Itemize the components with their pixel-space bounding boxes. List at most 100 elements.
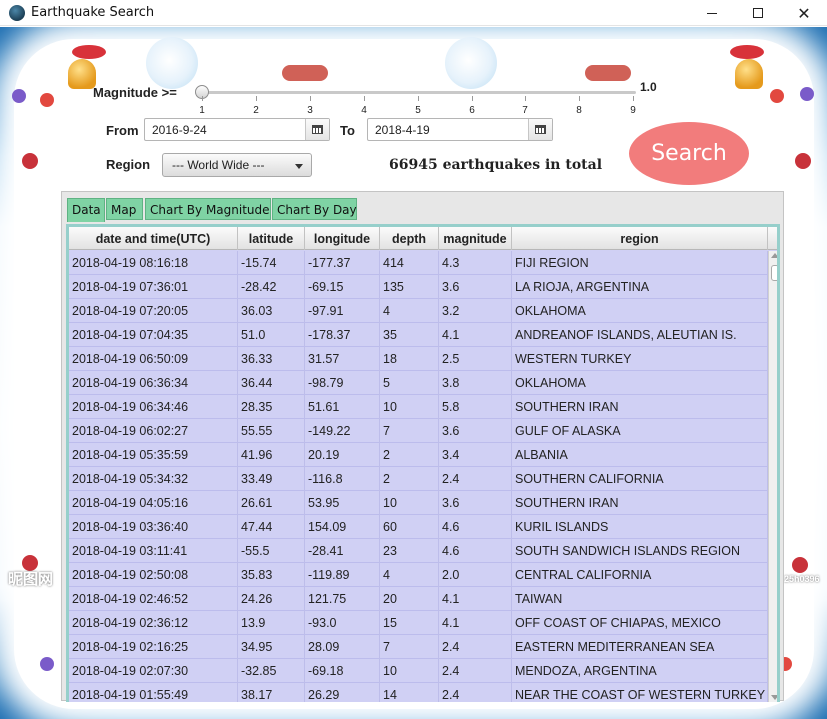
table-row[interactable]: 2018-04-19 06:50:09 36.33 31.57 18 2.5 WESTER… bbox=[69, 347, 768, 371]
table-cell: 2.4 bbox=[439, 467, 512, 491]
column-header[interactable]: latitude bbox=[238, 227, 305, 250]
table-cell: MENDOZA, ARGENTINA bbox=[512, 659, 768, 683]
table-row[interactable]: 2018-04-19 05:34:32 33.49 -116.8 2 2.4 SOUTHE… bbox=[69, 467, 768, 491]
search-button[interactable]: Search bbox=[629, 122, 749, 185]
tab-data[interactable]: Data bbox=[67, 198, 105, 222]
table-cell: 18 bbox=[380, 347, 439, 371]
data-table-frame: date and time(UTC) latitude longitude depth… bbox=[66, 224, 780, 702]
table-cell: 3.6 bbox=[439, 419, 512, 443]
table-row[interactable]: 2018-04-19 07:20:05 36.03 -97.91 4 3.2 OKLAHO… bbox=[69, 299, 768, 323]
table-row[interactable]: 2018-04-19 02:36:12 13.9 -93.0 15 4.1 OFF COA… bbox=[69, 611, 768, 635]
earthquake-total-count: 66945 earthquakes in total bbox=[389, 157, 603, 173]
app-icon bbox=[9, 5, 25, 21]
table-cell: SOUTH SANDWICH ISLANDS REGION bbox=[512, 539, 768, 563]
from-date-picker[interactable]: 2016-9-24 bbox=[144, 118, 330, 141]
table-row[interactable]: 2018-04-19 04:05:16 26.61 53.95 10 3.6 SOUTHE… bbox=[69, 491, 768, 515]
table-row[interactable]: 2018-04-19 02:46:52 24.26 121.75 20 4.1 TAIWA… bbox=[69, 587, 768, 611]
region-dropdown[interactable]: --- World Wide --- bbox=[162, 153, 312, 177]
chevron-down-icon bbox=[295, 164, 303, 169]
table-row[interactable]: 2018-04-19 01:55:49 38.17 26.29 14 2.4 NEAR T… bbox=[69, 683, 768, 702]
scrollbar-thumb[interactable] bbox=[771, 265, 777, 281]
table-cell: -119.89 bbox=[305, 563, 380, 587]
table-row[interactable]: 2018-04-19 02:07:30 -32.85 -69.18 10 2.4 MEND… bbox=[69, 659, 768, 683]
table-row[interactable]: 2018-04-19 07:36:01 -28.42 -69.15 135 3.6 LA … bbox=[69, 275, 768, 299]
table-cell: -15.74 bbox=[238, 251, 305, 275]
column-header[interactable]: magnitude bbox=[439, 227, 512, 250]
table-cell: 5.8 bbox=[439, 395, 512, 419]
table-row[interactable]: 2018-04-19 03:11:41 -55.5 -28.41 23 4.6 SOUTH… bbox=[69, 539, 768, 563]
title-bar: Earthquake Search ✕ bbox=[0, 0, 827, 26]
column-header[interactable]: longitude bbox=[305, 227, 380, 250]
table-cell: 4.1 bbox=[439, 587, 512, 611]
column-header[interactable]: date and time(UTC) bbox=[69, 227, 238, 250]
watermark-left: 昵图网 bbox=[8, 571, 54, 588]
table-cell: 3.6 bbox=[439, 275, 512, 299]
column-header[interactable]: region bbox=[512, 227, 768, 250]
table-scrollbar[interactable] bbox=[768, 251, 777, 702]
table-cell: OKLAHOMA bbox=[512, 299, 768, 323]
close-button[interactable]: ✕ bbox=[781, 0, 827, 26]
table-cell: 10 bbox=[380, 395, 439, 419]
tab-chart-by-magnitude[interactable]: Chart By Magnitude bbox=[145, 198, 271, 220]
column-header[interactable]: depth bbox=[380, 227, 439, 250]
table-row[interactable]: 2018-04-19 05:35:59 41.96 20.19 2 3.4 ALBANIA bbox=[69, 443, 768, 467]
table-cell: OKLAHOMA bbox=[512, 371, 768, 395]
to-date-picker[interactable]: 2018-4-19 bbox=[367, 118, 553, 141]
table-cell: 7 bbox=[380, 419, 439, 443]
magnitude-label: Magnitude >= bbox=[93, 85, 177, 100]
table-row[interactable]: 2018-04-19 06:36:34 36.44 -98.79 5 3.8 OKLAHO… bbox=[69, 371, 768, 395]
earthquake-table: date and time(UTC) latitude longitude depth… bbox=[69, 227, 777, 702]
table-cell: -97.91 bbox=[305, 299, 380, 323]
to-calendar-button[interactable] bbox=[528, 119, 552, 140]
bow-decoration bbox=[730, 45, 764, 59]
table-cell: 4 bbox=[380, 563, 439, 587]
slider-tick-label: 4 bbox=[361, 105, 367, 116]
tab-map[interactable]: Map bbox=[106, 198, 143, 220]
table-cell: 414 bbox=[380, 251, 439, 275]
table-row[interactable]: 2018-04-19 08:16:18 -15.74 -177.37 414 4.3 FI… bbox=[69, 251, 768, 275]
ornament-ball bbox=[800, 87, 814, 101]
table-cell: 5 bbox=[380, 371, 439, 395]
table-cell: 41.96 bbox=[238, 443, 305, 467]
table-row[interactable]: 2018-04-19 02:50:08 35.83 -119.89 4 2.0 CENTR… bbox=[69, 563, 768, 587]
table-cell: 55.55 bbox=[238, 419, 305, 443]
table-cell: 2018-04-19 06:02:27 bbox=[69, 419, 238, 443]
table-cell: 20.19 bbox=[305, 443, 380, 467]
table-cell: 4.6 bbox=[439, 539, 512, 563]
maximize-button[interactable] bbox=[735, 0, 781, 26]
slider-tick-label: 7 bbox=[522, 105, 528, 116]
table-cell: 2018-04-19 02:46:52 bbox=[69, 587, 238, 611]
bell-decoration bbox=[68, 59, 96, 89]
table-row[interactable]: 2018-04-19 06:34:46 28.35 51.61 10 5.8 SOUTHE… bbox=[69, 395, 768, 419]
table-cell: NEAR THE COAST OF WESTERN TURKEY bbox=[512, 683, 768, 702]
table-cell: 2018-04-19 04:05:16 bbox=[69, 491, 238, 515]
magnitude-value: 1.0 bbox=[640, 80, 657, 94]
from-date-value[interactable]: 2016-9-24 bbox=[152, 123, 207, 137]
scroll-down-icon[interactable] bbox=[771, 695, 777, 700]
table-row[interactable]: 2018-04-19 02:16:25 34.95 28.09 7 2.4 EASTERN… bbox=[69, 635, 768, 659]
table-cell: 35.83 bbox=[238, 563, 305, 587]
tab-chart-by-day[interactable]: Chart By Day bbox=[272, 198, 357, 220]
table-cell: 2018-04-19 06:50:09 bbox=[69, 347, 238, 371]
table-cell: 20 bbox=[380, 587, 439, 611]
table-cell: EASTERN MEDITERRANEAN SEA bbox=[512, 635, 768, 659]
minimize-button[interactable] bbox=[689, 0, 735, 26]
table-cell: OFF COAST OF CHIAPAS, MEXICO bbox=[512, 611, 768, 635]
table-row[interactable]: 2018-04-19 07:04:35 51.0 -178.37 35 4.1 ANDRE… bbox=[69, 323, 768, 347]
calendar-icon bbox=[312, 125, 323, 134]
table-row[interactable]: 2018-04-19 03:36:40 47.44 154.09 60 4.6 KURIL… bbox=[69, 515, 768, 539]
from-calendar-button[interactable] bbox=[305, 119, 329, 140]
bow-decoration bbox=[72, 45, 106, 59]
scroll-up-icon[interactable] bbox=[771, 253, 777, 258]
table-cell: 4 bbox=[380, 299, 439, 323]
table-row[interactable]: 2018-04-19 06:02:27 55.55 -149.22 7 3.6 GULF … bbox=[69, 419, 768, 443]
table-cell: 2018-04-19 02:50:08 bbox=[69, 563, 238, 587]
slider-tick bbox=[472, 96, 473, 101]
magnitude-slider-track[interactable] bbox=[202, 91, 636, 94]
slider-tick bbox=[202, 96, 203, 101]
moon-decoration bbox=[445, 37, 497, 89]
table-cell: 121.75 bbox=[305, 587, 380, 611]
table-cell: 2 bbox=[380, 467, 439, 491]
to-date-value[interactable]: 2018-4-19 bbox=[375, 123, 430, 137]
table-cell: 35 bbox=[380, 323, 439, 347]
